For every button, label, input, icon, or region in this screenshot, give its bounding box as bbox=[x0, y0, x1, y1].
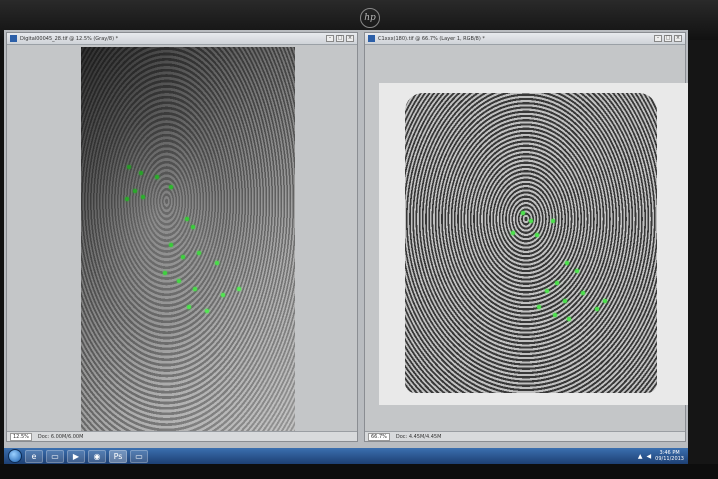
minutia-marker bbox=[197, 251, 201, 255]
doc-size-info: Doc: 4.45M/4.45M bbox=[395, 433, 442, 440]
photoshop-icon[interactable]: Ps bbox=[109, 449, 127, 463]
minutia-marker bbox=[603, 299, 607, 303]
folder-icon[interactable]: ▭ bbox=[46, 449, 64, 463]
minutia-marker bbox=[127, 165, 131, 169]
minutia-marker bbox=[155, 175, 159, 179]
minutia-marker bbox=[575, 269, 579, 273]
photoshop-doc-icon bbox=[10, 35, 17, 42]
minutia-marker bbox=[595, 307, 599, 311]
fingerprint-card bbox=[379, 83, 688, 405]
minutia-marker bbox=[535, 233, 539, 237]
volume-icon[interactable]: ◀ bbox=[647, 453, 652, 460]
minutia-marker bbox=[565, 261, 569, 265]
start-button[interactable] bbox=[8, 449, 22, 463]
minutia-marker bbox=[125, 197, 129, 201]
monitor-bezel-bottom bbox=[0, 464, 718, 479]
latent-canvas[interactable] bbox=[7, 45, 357, 433]
minimize-icon[interactable]: – bbox=[654, 35, 662, 42]
minutia-marker bbox=[139, 171, 143, 175]
monitor-bezel-right bbox=[688, 40, 718, 479]
minutia-marker bbox=[141, 195, 145, 199]
minutia-marker bbox=[133, 189, 137, 193]
minutia-marker bbox=[169, 185, 173, 189]
latent-fingerprint-image bbox=[81, 47, 295, 433]
minutia-marker bbox=[181, 255, 185, 259]
close-icon[interactable]: × bbox=[346, 35, 354, 42]
minutia-marker bbox=[563, 299, 567, 303]
taskbar: e ▭ ▶ ◉ Ps ▭ ▲ ◀ 3:46 PM 09/11/2013 bbox=[4, 448, 688, 464]
inked-window-titlebar[interactable]: C1xxx(180).tif @ 66.7% (Layer 1, RGB/8) … bbox=[365, 33, 685, 45]
latent-window-title: Digital00045_28.tif @ 12.5% (Gray/8) * bbox=[20, 35, 119, 42]
ie-icon[interactable]: e bbox=[25, 449, 43, 463]
clock-date: 09/11/2013 bbox=[655, 456, 684, 462]
inked-canvas[interactable] bbox=[365, 45, 688, 431]
hp-logo: hp bbox=[360, 8, 380, 28]
minutia-marker bbox=[193, 287, 197, 291]
inked-window-title: C1xxx(180).tif @ 66.7% (Layer 1, RGB/8) … bbox=[378, 35, 485, 42]
minutia-marker bbox=[553, 313, 557, 317]
minutia-marker bbox=[191, 225, 195, 229]
minutia-marker bbox=[185, 217, 189, 221]
app-icon[interactable]: ◉ bbox=[88, 449, 106, 463]
maximize-icon[interactable]: □ bbox=[664, 35, 672, 42]
minutia-marker bbox=[205, 309, 209, 313]
minutia-marker bbox=[581, 291, 585, 295]
inked-fingerprint-image bbox=[405, 93, 657, 393]
minutia-marker bbox=[177, 279, 181, 283]
minimize-icon[interactable]: – bbox=[326, 35, 334, 42]
minutia-marker bbox=[221, 293, 225, 297]
folder-icon-2[interactable]: ▭ bbox=[130, 449, 148, 463]
minutia-marker bbox=[529, 219, 533, 223]
photoshop-doc-icon bbox=[368, 35, 375, 42]
minutia-marker bbox=[237, 287, 241, 291]
minutia-marker bbox=[163, 271, 167, 275]
doc-size-info: Doc: 6.00M/6.00M bbox=[37, 433, 84, 440]
inked-print-window[interactable]: C1xxx(180).tif @ 66.7% (Layer 1, RGB/8) … bbox=[364, 32, 688, 442]
system-tray: ▲ ◀ 3:46 PM 09/11/2013 bbox=[638, 450, 688, 462]
minutia-marker bbox=[511, 231, 515, 235]
minutia-marker bbox=[187, 305, 191, 309]
minutia-marker bbox=[537, 305, 541, 309]
minutia-marker bbox=[567, 317, 571, 321]
zoom-level[interactable]: 66.7% bbox=[368, 432, 390, 441]
maximize-icon[interactable]: □ bbox=[336, 35, 344, 42]
minutia-marker bbox=[545, 289, 549, 293]
latent-print-window[interactable]: Digital00045_28.tif @ 12.5% (Gray/8) * –… bbox=[6, 32, 358, 442]
taskbar-clock[interactable]: 3:46 PM 09/11/2013 bbox=[655, 450, 684, 462]
minutia-marker bbox=[555, 281, 559, 285]
latent-window-titlebar[interactable]: Digital00045_28.tif @ 12.5% (Gray/8) * –… bbox=[7, 33, 357, 45]
latent-statusbar: 12.5% Doc: 6.00M/6.00M bbox=[7, 431, 357, 441]
zoom-level[interactable]: 12.5% bbox=[10, 432, 32, 441]
minutia-marker bbox=[551, 219, 555, 223]
close-icon[interactable]: × bbox=[674, 35, 682, 42]
screen: Digital00045_28.tif @ 12.5% (Gray/8) * –… bbox=[4, 30, 688, 464]
inked-statusbar: 66.7% Doc: 4.45M/4.45M bbox=[365, 431, 685, 441]
minutia-marker bbox=[521, 211, 525, 215]
minutia-marker bbox=[215, 261, 219, 265]
media-icon[interactable]: ▶ bbox=[67, 449, 85, 463]
minutia-marker bbox=[169, 243, 173, 247]
network-icon[interactable]: ▲ bbox=[638, 453, 643, 460]
